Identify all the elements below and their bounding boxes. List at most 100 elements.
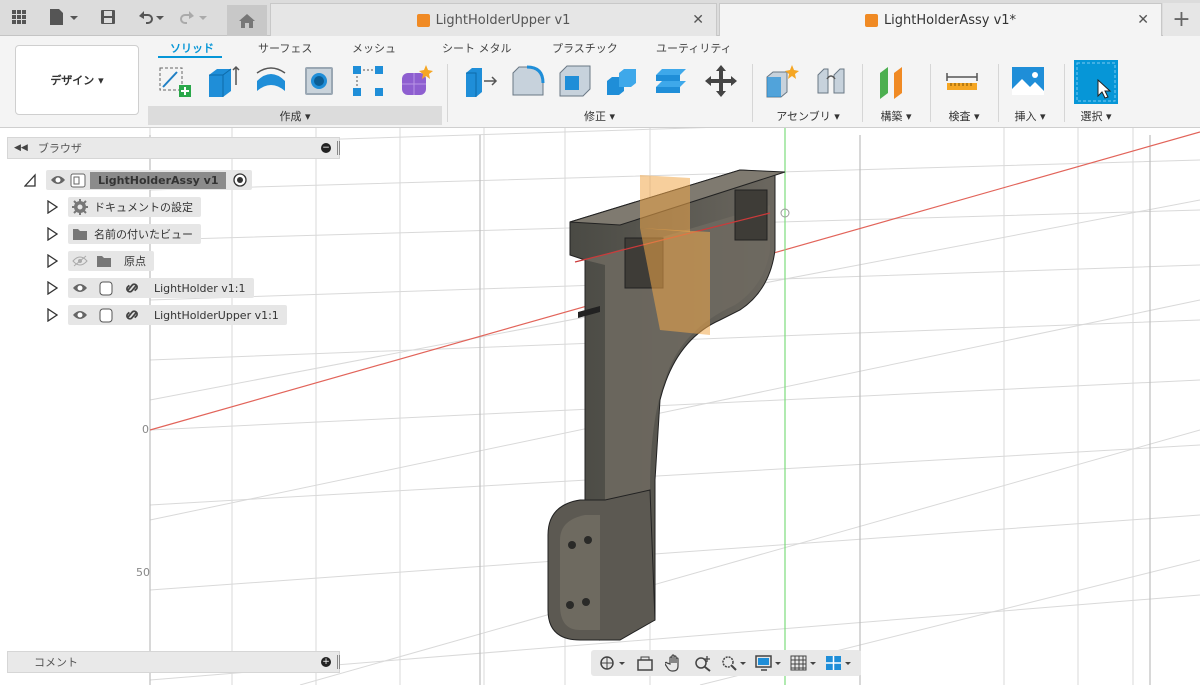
offset-plane-icon[interactable] [876,63,912,99]
grid-settings-icon[interactable] [788,652,820,674]
home-icon [239,13,255,28]
tree-item-pill[interactable]: 名前の付いたビュー [68,224,201,244]
eye-hidden-icon[interactable] [72,253,88,269]
insert-image-icon[interactable] [1010,63,1046,99]
tree-item-lightholder[interactable]: LightHolder v1:1 [46,277,254,299]
divider [447,64,448,122]
viewports-icon[interactable] [823,652,855,674]
tree-collapse-icon[interactable] [24,173,36,187]
offset-face-icon[interactable] [653,63,689,99]
folder-icon [96,253,112,269]
close-icon[interactable]: ✕ [692,12,704,28]
undo-icon[interactable] [134,6,168,28]
ribbon-toolbar: デザイン ▾ ソリッド サーフェス メッシュ シート メタル プラスチック ユー… [0,36,1200,128]
new-component-icon[interactable] [765,63,801,99]
tab-plastic[interactable]: プラスチック [552,40,618,56]
tree-expand-icon[interactable] [46,281,58,295]
divider [862,64,863,122]
pattern-icon[interactable] [350,63,386,99]
tab-utility[interactable]: ユーティリティ [656,40,732,56]
eye-icon[interactable] [50,172,66,188]
panel-resize-handle[interactable] [337,655,340,669]
browser-title: ブラウザ [37,142,82,155]
tab-solid[interactable]: ソリッド [170,40,214,56]
select-tool-icon[interactable] [1074,60,1118,104]
save-icon[interactable] [97,6,119,28]
comments-panel-header[interactable]: コメント + [7,651,340,673]
tree-item-lightholderupper[interactable]: LightHolderUpper v1:1 [46,304,287,326]
axis-label-50: 50 [136,566,150,579]
collapse-panel-icon[interactable]: ◀◀ [14,143,28,153]
group-insert[interactable]: 挿入 ▾ [1000,106,1060,125]
shell-icon[interactable] [557,63,593,99]
tab-sheet-metal[interactable]: シート メタル [442,40,512,56]
tree-root[interactable]: LightHolderAssy v1 [24,169,253,191]
tree-item-named-views[interactable]: 名前の付いたビュー [46,223,201,245]
pan-icon[interactable] [661,652,687,674]
group-construct[interactable]: 構築 ▾ [866,106,926,125]
file-menu-icon[interactable] [45,6,81,28]
look-at-icon[interactable] [632,652,658,674]
workspace-switcher-button[interactable]: デザイン ▾ [15,45,139,115]
move-icon[interactable] [703,63,739,99]
measure-icon[interactable] [944,63,980,99]
tree-item-origin[interactable]: 原点 [46,250,154,272]
divider [930,64,931,122]
tree-item-pill[interactable]: 原点 [68,251,154,271]
tree-expand-icon[interactable] [46,227,58,241]
tree-item-document-settings[interactable]: ドキュメントの設定 [46,196,201,218]
combine-icon[interactable] [605,63,641,99]
orbit-icon[interactable] [597,652,629,674]
group-create[interactable]: 作成 ▾ [148,106,442,125]
panel-resize-handle[interactable] [337,141,340,155]
close-icon[interactable]: ✕ [1137,12,1149,28]
fillet-icon[interactable] [510,63,546,99]
add-comment-icon[interactable]: + [321,657,331,667]
hole-icon[interactable] [302,63,338,99]
link-icon [124,307,140,323]
redo-icon[interactable] [176,6,212,28]
tab-mesh[interactable]: メッシュ [352,40,396,56]
zoom-icon[interactable] [690,652,716,674]
tree-item-label: 名前の付いたビュー [94,228,193,241]
tree-item-pill[interactable]: LightHolderUpper v1:1 [68,305,287,325]
extrude-icon[interactable] [205,63,241,99]
create-form-icon[interactable] [398,63,434,99]
tree-expand-icon[interactable] [46,308,58,322]
root-label: LightHolderAssy v1 [90,171,227,189]
gear-icon [72,199,88,215]
eye-icon[interactable] [72,280,88,296]
tree-expand-icon[interactable] [46,254,58,268]
root-component[interactable]: LightHolderAssy v1 [46,170,253,190]
divider [752,64,753,122]
zoom-window-icon[interactable] [719,652,751,674]
home-tab[interactable] [227,5,267,36]
group-modify[interactable]: 修正 ▾ [452,106,747,125]
navigation-bar [591,650,861,676]
tab-lightholderupper[interactable]: LightHolderUpper v1 ✕ [270,3,717,36]
browser-panel-header: ◀◀ ブラウザ − [7,137,340,159]
group-assemble[interactable]: アセンブリ ▾ [758,106,858,125]
joint-icon[interactable] [813,63,849,99]
press-pull-icon[interactable] [462,63,498,99]
revolve-icon[interactable] [253,63,289,99]
create-sketch-icon[interactable] [157,63,193,99]
comments-title: コメント [34,656,78,669]
tab-lightholderassy[interactable]: LightHolderAssy v1* ✕ [719,3,1162,36]
tree-item-pill[interactable]: ドキュメントの設定 [68,197,201,217]
tree-item-label: 原点 [124,255,146,268]
group-inspect[interactable]: 検査 ▾ [934,106,994,125]
tree-item-label: LightHolder v1:1 [154,281,246,295]
activate-radio-icon[interactable] [232,172,248,188]
folder-icon [72,226,88,242]
app-grid-icon[interactable] [8,6,30,28]
tree-expand-icon[interactable] [46,200,58,214]
collapse-icon[interactable]: − [321,143,331,153]
eye-icon[interactable] [72,307,88,323]
divider [998,64,999,122]
tab-surface[interactable]: サーフェス [258,40,312,56]
tree-item-pill[interactable]: LightHolder v1:1 [68,278,254,298]
group-select[interactable]: 選択 ▾ [1068,106,1124,125]
new-tab-button[interactable]: + [1163,3,1200,36]
display-settings-icon[interactable] [753,652,785,674]
